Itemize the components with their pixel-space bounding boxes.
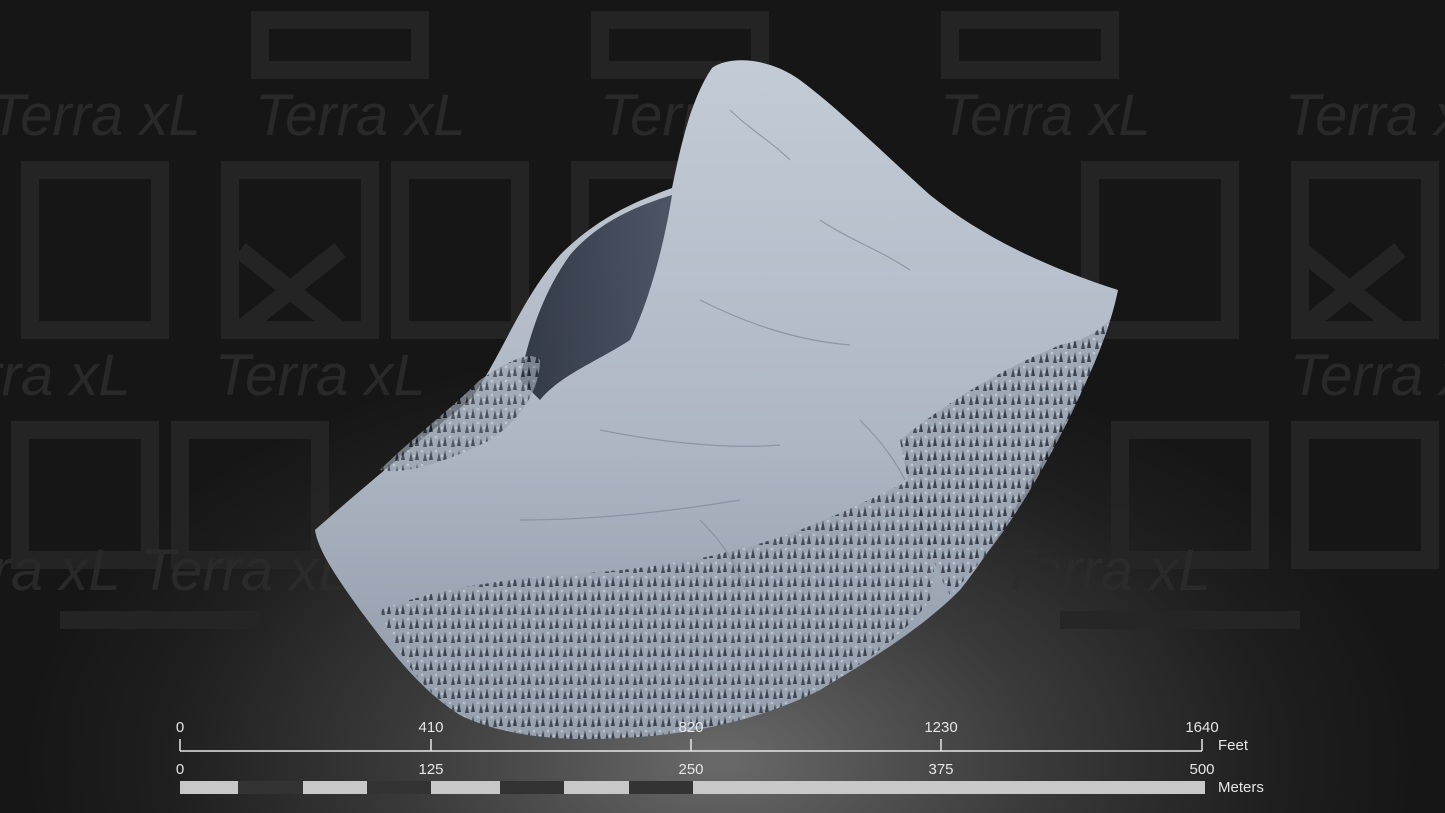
feet-tick-label: 410 — [418, 719, 443, 736]
meters-segment — [303, 781, 367, 794]
meters-tick-label: 0 — [176, 761, 184, 778]
watermark-text: Terra xL — [0, 83, 201, 148]
meters-segment — [500, 781, 564, 794]
meters-segment — [180, 781, 238, 794]
feet-tick-label: 1230 — [924, 719, 957, 736]
meters-segment — [693, 781, 1205, 794]
watermark-text: Terra xL — [140, 538, 351, 603]
watermark-text: Terra xL — [1285, 83, 1445, 148]
meters-segment — [367, 781, 431, 794]
watermark-text: Terra xL — [940, 83, 1151, 148]
meters-unit-label: Meters — [1218, 779, 1264, 796]
watermark-text: Terra xL — [0, 538, 121, 603]
feet-tick-label: 820 — [678, 719, 703, 736]
meters-segment — [629, 781, 693, 794]
scale-bar: 0 410 820 1230 1640 Feet 0 125 250 375 5… — [176, 719, 1264, 796]
feet-tick-label: 0 — [176, 719, 184, 736]
watermark-text: Terra xL — [255, 83, 466, 148]
watermark-text: Terra xL — [0, 343, 131, 408]
meters-tick-label: 500 — [1189, 761, 1214, 778]
meters-tick-label: 125 — [418, 761, 443, 778]
meters-tick-label: 375 — [928, 761, 953, 778]
scene: Terra xL Terra xL Terra xL Terra xL Terr… — [0, 11, 1445, 796]
meters-tick-label: 250 — [678, 761, 703, 778]
meters-segment — [564, 781, 629, 794]
feet-tick-label: 1640 — [1185, 719, 1218, 736]
watermark-text: Terra xL — [1000, 538, 1211, 603]
scale-bar-meters: 0 125 250 375 500 Meters — [176, 761, 1264, 796]
watermark-text: Terra xL — [215, 343, 426, 408]
meters-segment — [238, 781, 303, 794]
watermark-text: Terra xL — [1290, 343, 1445, 408]
feet-unit-label: Feet — [1218, 737, 1249, 754]
meters-segment — [431, 781, 500, 794]
